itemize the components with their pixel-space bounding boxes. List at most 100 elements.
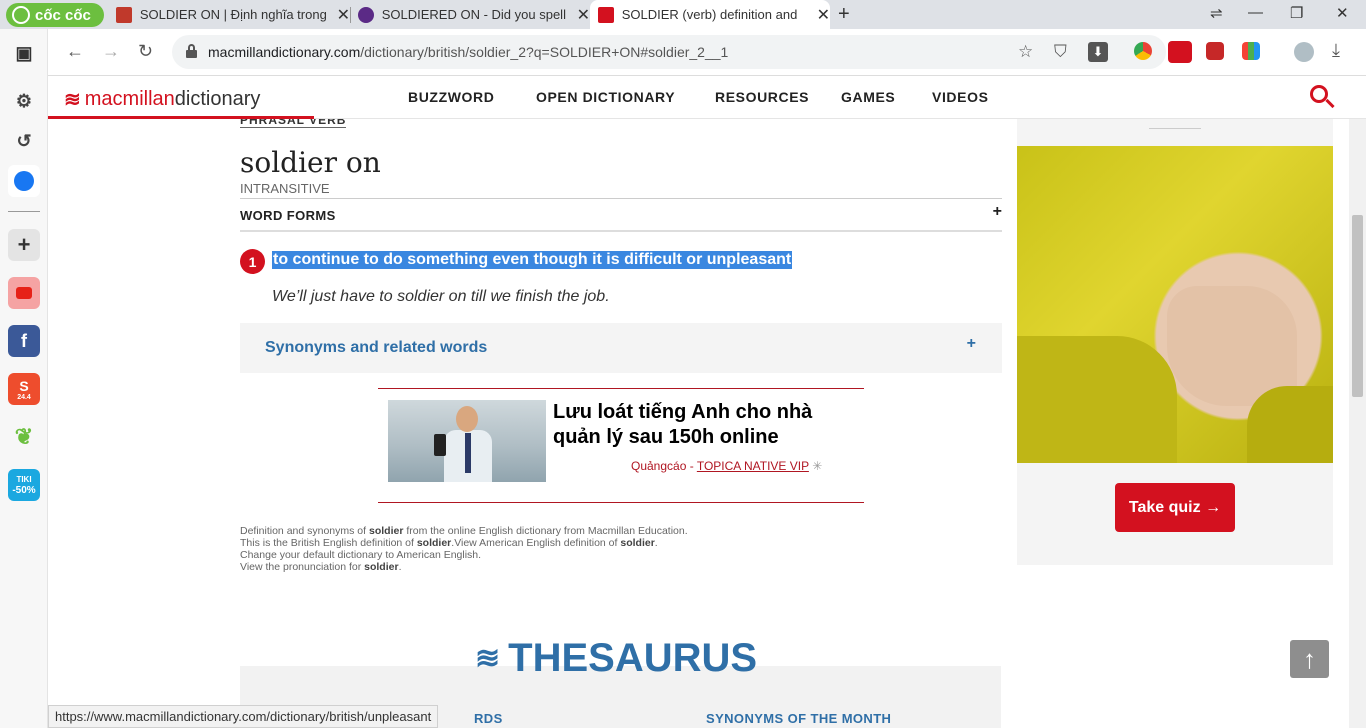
leaf-icon[interactable]: ❦	[8, 421, 40, 453]
ad-image[interactable]	[388, 400, 546, 482]
nav-games[interactable]: GAMES	[841, 89, 895, 105]
grid-extension-icon[interactable]	[1242, 42, 1260, 60]
back-icon[interactable]: ←	[66, 41, 84, 62]
ad-title[interactable]: Lưu loát tiếng Anh cho nhà quản lý sau 1…	[553, 400, 853, 450]
close-icon[interactable]: ✕	[337, 5, 350, 25]
window-close-icon[interactable]: ✕	[1336, 4, 1349, 22]
ad-sponsor-link[interactable]: TOPICA NATIVE VIP	[697, 459, 809, 473]
example-sentence: We’ll just have to soldier on till we fi…	[272, 288, 610, 305]
take-quiz-button[interactable]: Take quiz →	[1115, 483, 1235, 532]
downloads-icon[interactable]: ⤓	[1332, 40, 1340, 61]
tiki-icon[interactable]: TIKI -50%	[8, 469, 40, 501]
add-icon[interactable]: +	[8, 229, 40, 261]
logo-text-macmillan: macmillan	[84, 88, 175, 110]
nav-buzzword[interactable]: BUZZWORD	[408, 89, 494, 105]
tab-title: SOLDIER ON | Định nghĩa trong	[139, 7, 327, 22]
browser-toolbar: ← → ↻ macmillandictionary.com/dictionary…	[48, 29, 1366, 76]
word-forms-label: WORD FORMS	[240, 208, 336, 223]
coccoc-menu-button[interactable]: cốc cốc	[6, 3, 104, 27]
facebook-icon[interactable]: f	[8, 325, 40, 357]
macmillan-mark-icon: ≋	[64, 89, 81, 111]
logo-text-dictionary: dictionary	[174, 88, 261, 110]
chrome-extension-icon[interactable]	[1134, 42, 1152, 60]
synonyms-label: Synonyms and related words	[265, 339, 488, 356]
coccoc-logo-icon	[12, 6, 30, 24]
shield-icon[interactable]: ⛉	[1054, 42, 1067, 62]
scrollbar-thumb[interactable]	[1352, 215, 1363, 397]
tab-favicon-icon	[358, 6, 374, 23]
tab-search-icon[interactable]: ⇌	[1210, 4, 1223, 22]
new-tab-button[interactable]: +	[838, 3, 850, 26]
minimize-icon[interactable]: —	[1248, 4, 1263, 21]
thesaurus-words-heading: RDS	[474, 711, 503, 726]
tab-title: SOLDIERED ON - Did you spell	[381, 7, 566, 22]
ad-options-icon[interactable]: ✳	[812, 459, 822, 473]
address-bar[interactable]: macmillandictionary.com/dictionary/briti…	[172, 35, 1166, 69]
tab-title: SOLDIER (verb) definition and	[621, 7, 798, 22]
red-extension-icon[interactable]	[1206, 42, 1224, 60]
nav-resources[interactable]: RESOURCES	[715, 89, 809, 105]
synonyms-toggle[interactable]: Synonyms and related words +	[240, 323, 1002, 373]
forward-icon[interactable]: →	[102, 41, 120, 62]
nav-open-dictionary[interactable]: OPEN DICTIONARY	[536, 89, 675, 105]
thesaurus-logo-icon: ≋	[475, 642, 501, 675]
change-dictionary-link[interactable]: Change your default dictionary to Americ…	[240, 549, 688, 561]
tiki-label: TIKI	[16, 475, 32, 484]
definition-text: to continue to do something even though …	[272, 251, 793, 269]
restore-icon[interactable]: ❐	[1290, 4, 1303, 22]
close-icon[interactable]: ✕	[817, 5, 830, 25]
header-accent	[48, 116, 314, 119]
bookmark-star-icon[interactable]: ☆	[1018, 42, 1033, 62]
tab-2[interactable]: SOLDIERED ON - Did you spell ✕	[350, 0, 590, 29]
history-icon[interactable]: ↺	[8, 125, 40, 157]
expand-icon[interactable]: +	[993, 203, 1002, 221]
tiki-badge: -50%	[12, 485, 36, 496]
ad-label: Quảngcáo	[631, 459, 687, 473]
messenger-icon[interactable]	[8, 165, 40, 197]
site-header: ≋ macmillan dictionary BUZZWORD OPEN DIC…	[48, 77, 1366, 119]
sidebar-divider	[8, 211, 40, 212]
search-icon[interactable]	[1310, 85, 1336, 111]
settings-icon[interactable]: ⚙	[8, 85, 40, 117]
youtube-icon[interactable]	[8, 277, 40, 309]
headword: soldier on	[240, 146, 381, 179]
tab-3-active[interactable]: SOLDIER (verb) definition and ✕	[590, 0, 830, 29]
shopee-icon[interactable]: S 24.4	[8, 373, 40, 405]
avatar[interactable]	[1294, 42, 1314, 62]
lock-icon	[186, 44, 197, 58]
tab-favicon-icon	[116, 6, 132, 23]
shopee-badge: 24.4	[17, 393, 31, 401]
expand-icon[interactable]: +	[967, 335, 976, 353]
arrow-up-icon: ↑	[1303, 643, 1316, 674]
brand-name: cốc cốc	[35, 6, 91, 24]
macmillan-logo[interactable]: ≋ macmillan dictionary	[64, 87, 260, 112]
tab-favicon-icon	[598, 6, 614, 23]
grammar-label: INTRANSITIVE	[240, 181, 330, 196]
tab-bar: cốc cốc SOLDIER ON | Định nghĩa trong ✕ …	[0, 0, 1366, 29]
right-sidebar: Take quiz →	[1017, 119, 1333, 565]
american-definition-link[interactable]: .View American English definition of	[451, 537, 620, 549]
url-text[interactable]: macmillandictionary.com/dictionary/briti…	[208, 44, 728, 60]
quiz-image	[1017, 146, 1333, 463]
thesaurus-heading: ≋ THESAURUS	[475, 636, 757, 681]
back-to-top-button[interactable]: ↑	[1290, 640, 1329, 678]
download-extension-icon[interactable]: ⬇	[1088, 42, 1108, 62]
advertisement[interactable]: Lưu loát tiếng Anh cho nhà quản lý sau 1…	[378, 388, 864, 503]
entry-footnote: Definition and synonyms of soldier from …	[240, 525, 688, 573]
browser-sidebar: ▣ ⚙ ↺ + f S 24.4 ❦ TIKI -50%	[0, 29, 48, 728]
dashboard-icon[interactable]: ▣	[8, 37, 40, 69]
divider	[1149, 128, 1201, 129]
ad-meta: Quảngcáo - TOPICA NATIVE VIP ✳	[631, 459, 823, 473]
word-forms-toggle[interactable]: WORD FORMS +	[240, 198, 1002, 232]
status-bar-url: https://www.macmillandictionary.com/dict…	[48, 705, 439, 728]
nav-videos[interactable]: VIDEOS	[932, 89, 989, 105]
close-icon[interactable]: ✕	[577, 5, 590, 25]
page-scrollbar[interactable]	[1349, 119, 1366, 728]
tab-1[interactable]: SOLDIER ON | Định nghĩa trong ✕	[108, 0, 350, 29]
reload-icon[interactable]: ↻	[138, 41, 153, 62]
thesaurus-title: THESAURUS	[508, 636, 758, 680]
news-extension-icon[interactable]	[1168, 41, 1192, 63]
sense-number-badge: 1	[240, 249, 265, 274]
synonyms-of-month-heading: SYNONYMS OF THE MONTH	[706, 711, 892, 726]
pronunciation-link[interactable]: View the pronunciation for soldier.	[240, 561, 688, 573]
